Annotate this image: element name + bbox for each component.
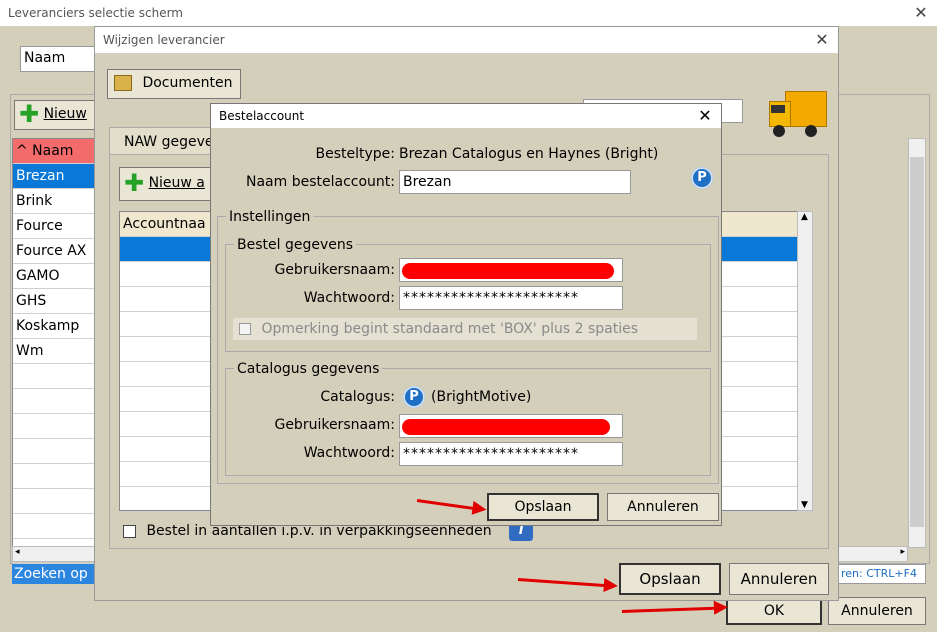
account-name-input[interactable]: Brezan xyxy=(399,170,631,194)
catalog-label: Catalogus: xyxy=(320,389,395,405)
dialog-titlebar: Bestelaccount ✕ xyxy=(211,104,721,128)
list-item[interactable] xyxy=(13,514,95,539)
order-group-title: Bestel gegevens xyxy=(234,236,357,254)
password-label: Wachtwoord: xyxy=(303,290,395,306)
settings-group-title: Instellingen xyxy=(226,208,314,226)
username-input[interactable] xyxy=(399,258,623,282)
checkbox[interactable] xyxy=(123,524,136,538)
search-label-bar: Zoeken op xyxy=(12,564,98,584)
supplier-list[interactable]: ^ Naam Brezan Brink Fource Fource AX GAMO GHS… xyxy=(12,138,96,589)
dialog-title: Bestelaccount xyxy=(219,109,305,123)
list-item[interactable]: GAMO xyxy=(13,264,95,289)
folder-icon xyxy=(114,75,132,91)
outer-cancel-button[interactable]: Annuleren xyxy=(828,597,926,625)
list-item[interactable]: Wm xyxy=(13,339,95,364)
middle-titlebar: Wijzigen leverancier ✕ xyxy=(95,27,838,53)
catalog-password-input[interactable]: ********************** xyxy=(399,442,623,466)
close-icon[interactable]: ✕ xyxy=(812,27,832,53)
list-item[interactable] xyxy=(13,414,95,439)
list-item[interactable]: Brink xyxy=(13,189,95,214)
catalog-value: (BrightMotive) xyxy=(431,389,532,405)
shortcut-hint: ren: CTRL+F4 xyxy=(838,564,926,584)
list-item[interactable] xyxy=(13,389,95,414)
username-label: Gebruikersnaam: xyxy=(274,262,395,278)
list-item[interactable] xyxy=(13,439,95,464)
catalog-password-label: Wachtwoord: xyxy=(303,445,395,461)
password-input[interactable]: ********************** xyxy=(399,286,623,310)
list-item[interactable]: Koskamp xyxy=(13,314,95,339)
list-item[interactable] xyxy=(13,464,95,489)
redacted-mark xyxy=(402,263,614,279)
catalog-username-input[interactable] xyxy=(399,414,623,438)
outer-vscroll[interactable] xyxy=(908,138,926,548)
remark-checkbox-label: Opmerking begint standaard met 'BOX' plu… xyxy=(261,321,638,337)
list-item[interactable] xyxy=(13,364,95,389)
outer-ok-button[interactable]: OK xyxy=(726,597,822,625)
brightmotive-logo-icon: P xyxy=(691,167,713,189)
outer-title: Leveranciers selectie scherm xyxy=(8,6,183,20)
catalog-group-title: Catalogus gegevens xyxy=(234,360,383,378)
middle-save-button[interactable]: Opslaan xyxy=(619,563,721,595)
redacted-mark xyxy=(402,419,610,435)
outer-new-button[interactable]: ✚ Nieuw xyxy=(14,100,104,130)
close-icon[interactable]: ✕ xyxy=(695,104,715,128)
remark-checkbox-row[interactable]: Opmerking begint standaard met 'BOX' plu… xyxy=(233,318,697,340)
dialog-cancel-button[interactable]: Annuleren xyxy=(607,493,719,521)
documents-button[interactable]: Documenten xyxy=(107,69,241,99)
list-item[interactable]: Brezan xyxy=(13,164,95,189)
middle-cancel-button[interactable]: Annuleren xyxy=(729,563,829,595)
bestelaccount-dialog: Bestelaccount ✕ Besteltype: Brezan Catal… xyxy=(210,103,722,526)
brightmotive-logo-icon: P xyxy=(403,386,425,408)
list-item[interactable] xyxy=(13,489,95,514)
middle-new-button[interactable]: ✚ Nieuw a xyxy=(119,167,215,201)
middle-new-label: Nieuw a xyxy=(148,175,205,191)
supplier-column-header[interactable]: ^ Naam xyxy=(13,139,95,164)
ordertype-value: Brezan Catalogus en Haynes (Bright) xyxy=(399,146,659,162)
list-item[interactable]: GHS xyxy=(13,289,95,314)
truck-icon xyxy=(767,91,827,141)
plus-icon: ✚ xyxy=(124,169,145,197)
account-vscroll[interactable]: ▲ ▼ xyxy=(797,211,813,511)
catalog-username-label: Gebruikersnaam: xyxy=(274,417,395,433)
plus-icon: ✚ xyxy=(19,100,40,128)
checkbox[interactable] xyxy=(239,323,251,335)
documents-label: Documenten xyxy=(142,75,233,91)
outer-titlebar: Leveranciers selectie scherm ✕ xyxy=(0,0,937,26)
ordertype-label: Besteltype: xyxy=(315,146,396,162)
account-name-label: Naam bestelaccount: xyxy=(246,174,395,190)
middle-title: Wijzigen leverancier xyxy=(103,33,225,47)
outer-search-field[interactable]: Naam xyxy=(20,46,100,72)
naw-tab[interactable]: NAW gegeve xyxy=(109,127,219,155)
outer-new-label: Nieuw xyxy=(43,106,87,122)
list-item[interactable]: Fource AX xyxy=(13,239,95,264)
dialog-save-button[interactable]: Opslaan xyxy=(487,493,599,521)
close-icon[interactable]: ✕ xyxy=(911,0,931,26)
list-item[interactable]: Fource xyxy=(13,214,95,239)
